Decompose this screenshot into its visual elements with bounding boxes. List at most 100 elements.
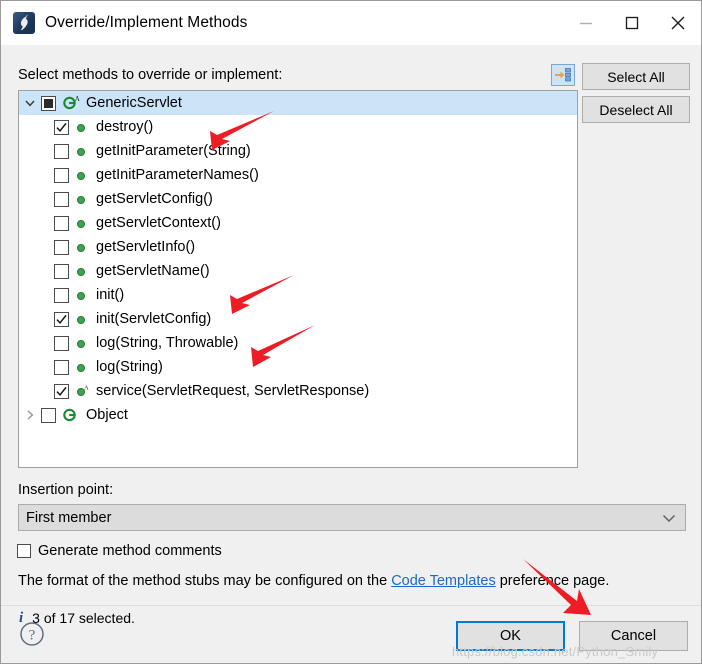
deselect-all-button[interactable]: Deselect All (582, 96, 690, 123)
tree-item-checkbox[interactable] (54, 311, 69, 327)
tree-item-checkbox[interactable] (54, 335, 69, 351)
tree-item-checkbox[interactable] (54, 359, 69, 375)
watermark: https://blog.csdn.net/Python_Smily (452, 644, 659, 659)
svg-text:?: ? (29, 628, 36, 644)
tree-item-checkbox[interactable] (54, 191, 69, 207)
tree-side-buttons: Select All Deselect All (582, 63, 690, 123)
status-text: 3 of 17 selected. (32, 610, 135, 626)
insertion-point-label: Insertion point: (18, 482, 114, 498)
tree-item-label: init(ServletConfig) (96, 311, 212, 327)
help-icon[interactable]: ? (19, 621, 45, 647)
tree-item-label: destroy() (96, 119, 154, 135)
method-public-icon (76, 311, 91, 327)
tree-item-label: getInitParameter(String) (96, 143, 251, 159)
hint-text-before: The format of the method stubs may be co… (18, 573, 392, 589)
svg-text:A: A (84, 385, 89, 392)
tree-row[interactable]: log(String) (19, 355, 577, 379)
method-public-icon (76, 263, 91, 279)
method-public-icon (76, 143, 91, 159)
tree-row[interactable]: init(ServletConfig) (19, 307, 577, 331)
method-public-icon (76, 239, 91, 255)
tree-item-label: getServletConfig() (96, 191, 213, 207)
method-public-icon (76, 167, 91, 183)
tree-row[interactable]: getInitParameterNames() (19, 163, 577, 187)
method-public-icon (76, 119, 91, 135)
tree-row[interactable]: Object (19, 403, 577, 427)
title-bar: Override/Implement Methods (1, 1, 701, 45)
hint-text-after: preference page. (495, 573, 610, 589)
tree-item-label: service(ServletRequest, ServletResponse) (96, 383, 370, 399)
tree-item-checkbox[interactable] (54, 239, 69, 255)
tree-item-checkbox[interactable] (54, 143, 69, 159)
tree-row[interactable]: getServletConfig() (19, 187, 577, 211)
tree-row[interactable]: Aservice(ServletRequest, ServletResponse… (19, 379, 577, 403)
maximize-icon[interactable] (609, 1, 655, 45)
method-public-icon (76, 359, 91, 375)
link-with-editor-icon[interactable] (551, 64, 575, 86)
tree-item-label: getServletName() (96, 263, 210, 279)
tree-item-checkbox[interactable] (54, 119, 69, 135)
tree-row[interactable]: getInitParameter(String) (19, 139, 577, 163)
java-class-icon: A (63, 95, 80, 111)
tree-item-checkbox[interactable] (54, 263, 69, 279)
insertion-point-select[interactable]: First member (18, 504, 686, 531)
generate-method-comments-checkbox[interactable] (17, 544, 31, 558)
tree-row[interactable]: getServletName() (19, 259, 577, 283)
tree-item-label: Object (86, 407, 128, 423)
tree-item-checkbox[interactable] (41, 407, 56, 423)
methods-tree[interactable]: A GenericServlet destroy() getInitParameter… (18, 90, 578, 468)
java-class-icon (63, 407, 80, 423)
tree-row[interactable]: A GenericServlet (19, 91, 577, 115)
tree-item-label: getServletContext() (96, 215, 221, 231)
tree-item-label: log(String) (96, 359, 163, 375)
tree-item-checkbox[interactable] (41, 95, 56, 111)
tree-row[interactable]: init() (19, 283, 577, 307)
override-implement-methods-dialog: Override/Implement Methods Select method… (0, 0, 702, 664)
method-public-icon (76, 335, 91, 351)
tree-row[interactable]: getServletInfo() (19, 235, 577, 259)
generate-method-comments-row[interactable]: Generate method comments (17, 543, 222, 559)
code-templates-link[interactable]: Code Templates (391, 573, 496, 589)
method-public-icon (76, 287, 91, 303)
tree-item-label: init() (96, 287, 125, 303)
tree-caption: Select methods to override or implement: (18, 67, 283, 83)
tree-item-label: GenericServlet (86, 95, 182, 111)
method-public-icon (76, 191, 91, 207)
select-all-button[interactable]: Select All (582, 63, 690, 90)
tree-item-checkbox[interactable] (54, 287, 69, 303)
method-public-icon: A (76, 383, 91, 399)
generate-method-comments-label: Generate method comments (38, 543, 222, 559)
chevron-right-icon[interactable] (19, 403, 41, 427)
chevron-down-icon[interactable] (19, 91, 41, 115)
tree-item-label: log(String, Throwable) (96, 335, 239, 351)
tree-row[interactable]: destroy() (19, 115, 577, 139)
minimize-icon[interactable] (563, 1, 609, 45)
eclipse-java-icon (13, 12, 35, 34)
tree-row[interactable]: getServletContext() (19, 211, 577, 235)
tree-item-checkbox[interactable] (54, 215, 69, 231)
tree-row[interactable]: log(String, Throwable) (19, 331, 577, 355)
chevron-down-icon (662, 510, 676, 526)
code-templates-hint: The format of the method stubs may be co… (18, 573, 609, 589)
close-icon[interactable] (655, 1, 701, 45)
tree-item-checkbox[interactable] (54, 167, 69, 183)
window-title: Override/Implement Methods (45, 14, 248, 31)
svg-text:A: A (75, 95, 80, 103)
dialog-body: Select methods to override or implement:… (1, 45, 701, 663)
tree-item-label: getInitParameterNames() (96, 167, 259, 183)
tree-item-checkbox[interactable] (54, 383, 69, 399)
method-public-icon (76, 215, 91, 231)
tree-item-label: getServletInfo() (96, 239, 196, 255)
